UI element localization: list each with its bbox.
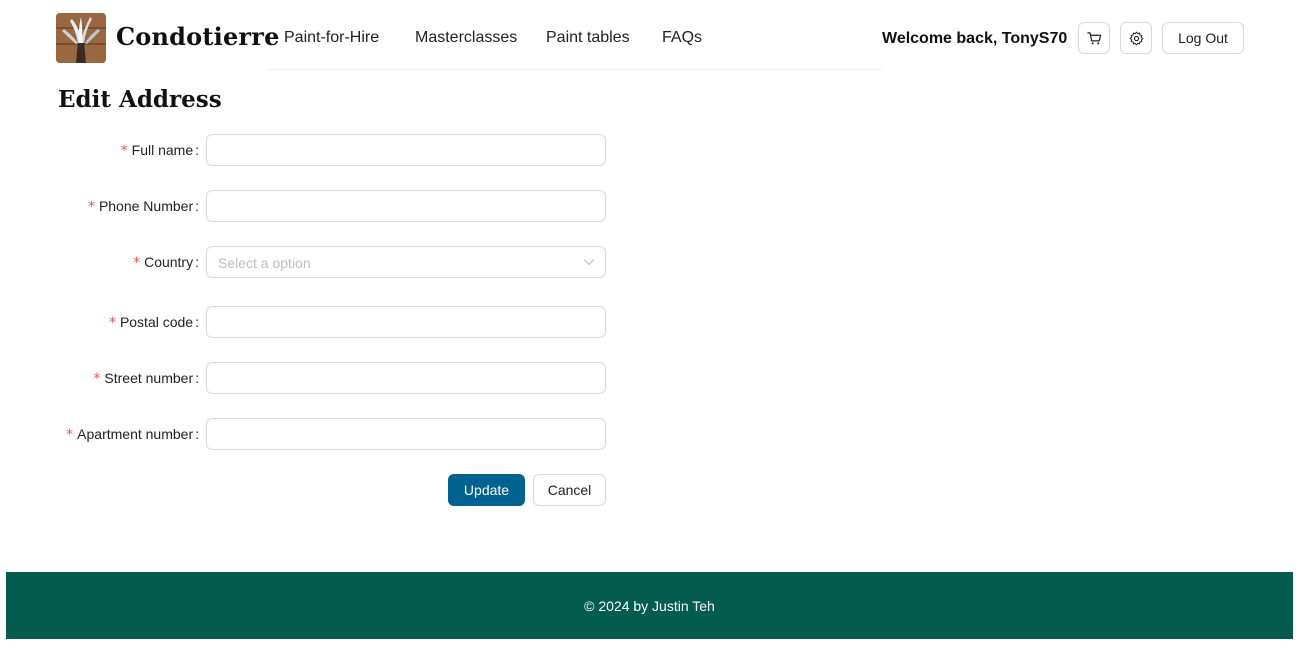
form-row-postal-code: * Postal code:	[0, 306, 620, 338]
full-name-label: * Full name:	[120, 142, 199, 159]
street-number-input[interactable]	[206, 362, 606, 394]
update-button[interactable]: Update	[448, 474, 525, 506]
required-mark: *	[108, 315, 116, 331]
phone-number-label: * Phone Number:	[87, 198, 199, 215]
welcome-message: Welcome back, TonyS70	[882, 30, 1068, 47]
logo-image[interactable]	[56, 13, 106, 63]
page-title: Edit Address	[58, 86, 222, 113]
full-name-input[interactable]	[206, 134, 606, 166]
cart-icon	[1086, 31, 1101, 44]
postal-code-label: * Postal code:	[108, 314, 199, 331]
footer: © 2024 by Justin Teh	[6, 572, 1293, 639]
nav-paint-for-hire[interactable]: Paint-for-Hire	[284, 29, 379, 47]
required-mark: *	[120, 143, 128, 159]
postal-code-input[interactable]	[206, 306, 606, 338]
gear-icon	[1129, 31, 1143, 45]
form-row-phone-number: * Phone Number:	[0, 190, 620, 222]
header: Condotierre Paint-for-Hire Masterclasses…	[0, 0, 1298, 76]
form-row-country: * Country: Select a option	[0, 246, 620, 278]
nav-faqs[interactable]: FAQs	[662, 29, 702, 47]
nav-paint-tables[interactable]: Paint tables	[546, 29, 630, 47]
phone-number-input[interactable]	[206, 190, 606, 222]
chevron-down-icon	[583, 259, 595, 266]
footer-copyright: © 2024 by Justin Teh	[584, 597, 715, 614]
logout-button[interactable]: Log Out	[1162, 22, 1244, 54]
country-label: * Country:	[133, 254, 199, 271]
main-nav: Paint-for-Hire Masterclasses Paint table…	[268, 0, 882, 70]
cancel-button[interactable]: Cancel	[533, 474, 606, 506]
country-select-placeholder: Select a option	[218, 255, 311, 271]
required-mark: *	[93, 371, 101, 387]
street-number-label: * Street number:	[93, 370, 199, 387]
settings-button[interactable]	[1120, 22, 1152, 54]
required-mark: *	[66, 427, 74, 443]
form-row-street-number: * Street number:	[0, 362, 620, 394]
apartment-number-input[interactable]	[206, 418, 606, 450]
required-mark: *	[133, 255, 141, 271]
cart-button[interactable]	[1078, 22, 1110, 54]
apartment-number-label: * Apartment number:	[66, 426, 199, 443]
brand-name[interactable]: Condotierre	[116, 22, 280, 51]
country-select[interactable]: Select a option	[206, 246, 606, 278]
form-row-full-name: * Full name:	[0, 134, 620, 166]
form-row-apartment-number: * Apartment number:	[0, 418, 620, 450]
required-mark: *	[87, 199, 95, 215]
nav-masterclasses[interactable]: Masterclasses	[415, 29, 517, 47]
